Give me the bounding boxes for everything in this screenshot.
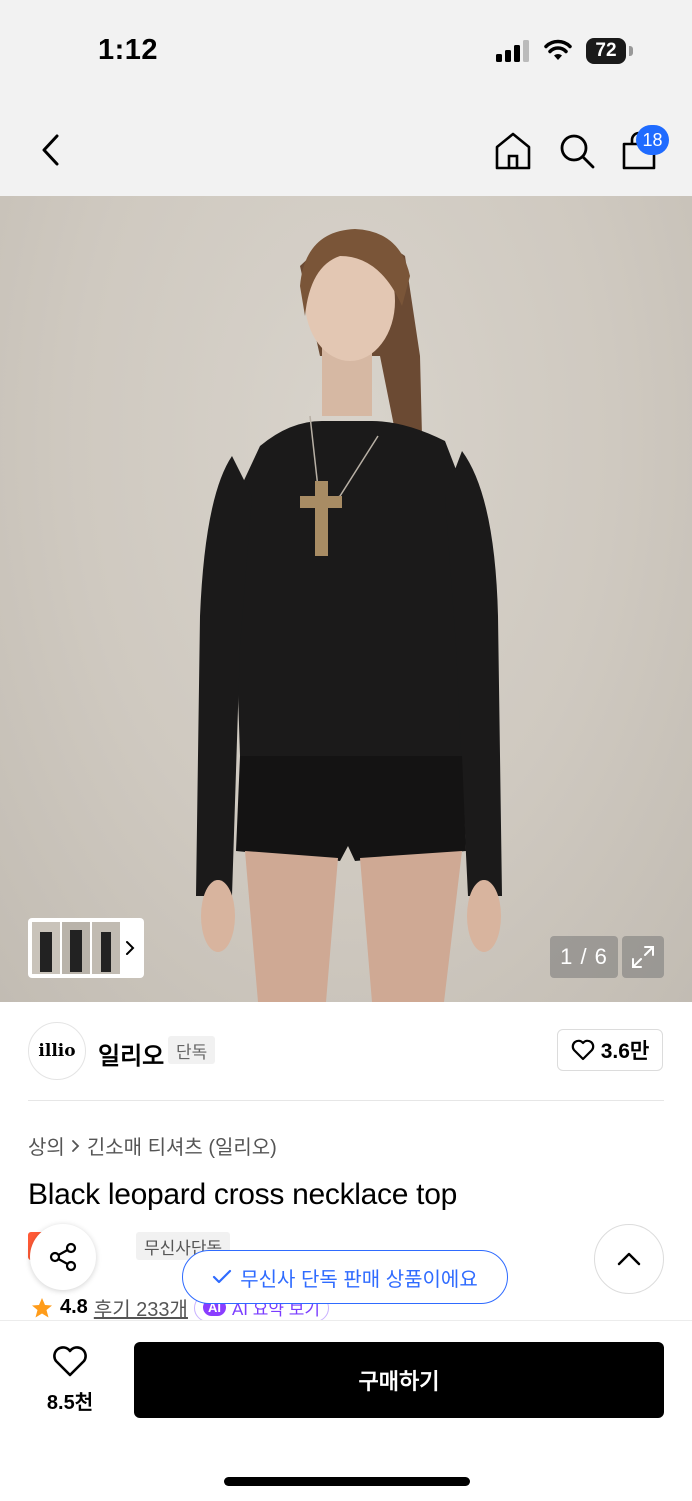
product-image[interactable] xyxy=(0,196,692,1002)
product-title: Black leopard cross necklace top xyxy=(28,1178,457,1211)
wishlist-count: 8.5천 xyxy=(46,1392,94,1414)
cellular-signal-icon xyxy=(496,40,529,62)
cart-count-badge: 18 xyxy=(636,125,669,155)
star-icon xyxy=(32,1297,52,1317)
chevron-right-icon xyxy=(71,1139,80,1152)
image-counter: 1 / 6 xyxy=(550,936,618,978)
chevron-up-icon xyxy=(617,1252,641,1266)
thumbnail-1[interactable] xyxy=(32,922,60,974)
battery-tip xyxy=(629,46,633,56)
share-button[interactable] xyxy=(30,1224,96,1290)
brand-logo[interactable]: illio xyxy=(28,1022,86,1080)
thumbnail-strip[interactable] xyxy=(28,918,144,978)
battery-indicator: 72 xyxy=(586,38,626,64)
search-button[interactable] xyxy=(554,128,600,174)
expand-icon xyxy=(632,946,654,968)
thumbnail-3[interactable] xyxy=(92,922,120,974)
wifi-icon xyxy=(544,39,572,60)
search-icon xyxy=(560,134,595,169)
back-button[interactable] xyxy=(28,128,72,172)
status-time: 1:12 xyxy=(98,34,159,66)
check-icon xyxy=(213,1269,232,1284)
breadcrumb-category[interactable]: 상의 xyxy=(28,1131,65,1160)
exclusive-tag: 단독 xyxy=(168,1036,216,1064)
home-button[interactable] xyxy=(490,128,536,174)
chevron-right-icon xyxy=(126,941,135,955)
thumbnail-2[interactable] xyxy=(62,922,90,974)
wishlist-button[interactable] xyxy=(46,1342,94,1382)
chevron-left-icon xyxy=(42,134,59,166)
breadcrumb: 상의 긴소매 티셔츠 (일리오) xyxy=(28,1131,277,1160)
home-icon xyxy=(495,132,531,170)
brand-name[interactable]: 일리오 xyxy=(98,1036,164,1071)
toast-text: 무신사 단독 판매 상품이에요 xyxy=(240,1268,478,1291)
exclusive-toast: 무신사 단독 판매 상품이에요 xyxy=(182,1250,508,1304)
breadcrumb-subcategory[interactable]: 긴소매 티셔츠 (일리오) xyxy=(87,1131,277,1160)
rating-value: 4.8 xyxy=(60,1296,88,1318)
divider xyxy=(28,1100,664,1101)
model-photo-illustration xyxy=(196,229,502,1002)
home-indicator xyxy=(224,1477,470,1486)
heart-icon xyxy=(53,1346,87,1377)
brand-like-button[interactable]: 3.6만 xyxy=(557,1029,663,1071)
brand-like-count: 3.6만 xyxy=(600,1040,650,1063)
brand-logo-text: illio xyxy=(38,1041,76,1061)
share-icon xyxy=(49,1242,77,1272)
heart-icon xyxy=(571,1039,595,1061)
scroll-top-button[interactable] xyxy=(594,1224,664,1294)
expand-button[interactable] xyxy=(622,936,664,978)
review-link[interactable]: 후기 233개 xyxy=(94,1293,188,1322)
buy-button[interactable]: 구매하기 xyxy=(134,1342,664,1418)
